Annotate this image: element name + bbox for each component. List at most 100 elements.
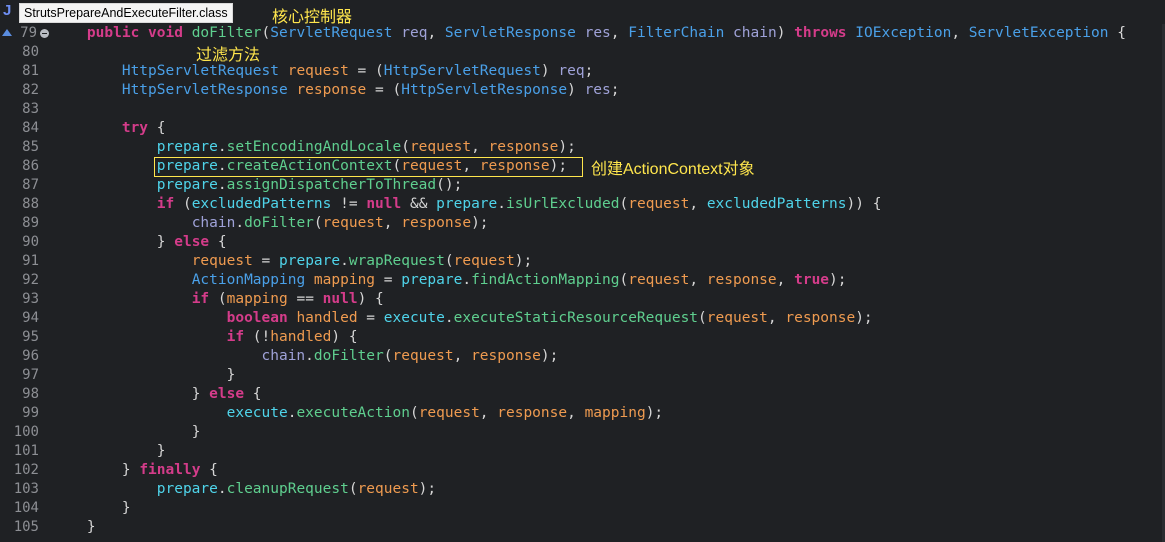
code-token: request xyxy=(628,272,690,288)
code-token: , xyxy=(453,348,472,364)
code-token: if xyxy=(191,291,210,307)
code-token: if xyxy=(156,196,175,212)
code-token: mapping xyxy=(313,272,376,288)
code-token: . xyxy=(444,310,454,326)
code-token: , xyxy=(767,310,786,326)
code-token: ( xyxy=(209,291,227,307)
line-number: 99 xyxy=(22,405,39,421)
code-token: ) xyxy=(567,82,585,98)
code-token: else xyxy=(209,386,245,402)
code-token: ); xyxy=(645,405,664,421)
line-number: 102 xyxy=(13,462,39,478)
code-token: . xyxy=(217,177,227,193)
line-number: 104 xyxy=(13,500,39,516)
code-line: } xyxy=(52,499,131,518)
code-token: response xyxy=(706,272,777,288)
code-editor[interactable]: J StrutsPrepareAndExecuteFilter.class 核心… xyxy=(0,0,1165,542)
line-number: 101 xyxy=(13,443,39,459)
line-number-gutter[interactable]: 79 80 81 82 83 84 85 86 87 88 89 90 91 92 93 94 95 96 97 98… xyxy=(0,24,50,542)
line-number: 105 xyxy=(13,519,39,535)
editor-tab-filename[interactable]: StrutsPrepareAndExecuteFilter.class xyxy=(19,3,233,23)
code-token: = xyxy=(252,253,279,269)
code-token: ; xyxy=(610,82,620,98)
line-number: 83 xyxy=(22,101,39,117)
code-token: res xyxy=(584,82,611,98)
code-token: . xyxy=(217,481,227,497)
code-token: mapping xyxy=(584,405,646,421)
code-token: doFilter xyxy=(244,215,314,231)
code-token: executeAction xyxy=(296,405,410,421)
line-number: 92 xyxy=(22,272,39,288)
fold-collapse-icon[interactable] xyxy=(40,29,49,38)
line-number: 93 xyxy=(22,291,39,307)
code-token: response xyxy=(296,82,367,98)
code-line: } xyxy=(52,518,96,537)
code-token: ActionMapping xyxy=(191,272,306,288)
code-line: } else { xyxy=(52,385,262,404)
code-line: } xyxy=(52,423,201,442)
code-token: = ( xyxy=(348,63,384,79)
code-token: . xyxy=(340,253,349,269)
code-token: request xyxy=(287,63,349,79)
line-number: 91 xyxy=(22,253,39,269)
line-number: 94 xyxy=(22,310,39,326)
code-line: request = prepare.wrapRequest(request); xyxy=(52,252,533,271)
code-token: ); xyxy=(418,481,437,497)
code-token: execute xyxy=(383,310,445,326)
code-token: ); xyxy=(855,310,873,326)
code-token: ( xyxy=(619,196,629,212)
code-line: execute.executeAction(request, response,… xyxy=(52,404,664,423)
code-line: try { xyxy=(52,119,166,138)
line-number: 85 xyxy=(22,139,39,155)
line-number: 103 xyxy=(13,481,39,497)
code-token: try xyxy=(121,120,149,136)
code-token: setEncodingAndLocale xyxy=(226,139,402,155)
code-line: prepare.assignDispatcherToThread(); xyxy=(52,176,463,195)
code-token: = ( xyxy=(366,82,402,98)
code-line: ActionMapping mapping = prepare.findActi… xyxy=(52,271,847,290)
code-token: wrapRequest xyxy=(348,253,445,269)
code-line: HttpServletResponse response = (HttpServ… xyxy=(52,81,620,100)
code-token: ServletException xyxy=(968,25,1109,41)
code-token: . xyxy=(462,272,472,288)
code-token: execute xyxy=(226,405,288,421)
code-token: && xyxy=(401,196,437,212)
code-area[interactable]: public void doFilter(ServletRequest req,… xyxy=(52,24,1165,542)
code-token: } xyxy=(226,367,236,383)
override-marker-icon[interactable] xyxy=(2,29,12,36)
code-token: ServletRequest xyxy=(270,25,393,41)
code-line: chain.doFilter(request, response); xyxy=(52,347,559,366)
line-number: 90 xyxy=(22,234,39,250)
code-token: chain xyxy=(261,348,306,364)
code-token: ) { xyxy=(331,329,358,345)
code-token: isUrlExcluded xyxy=(506,196,620,212)
code-token: request xyxy=(409,139,472,155)
code-token: . xyxy=(497,196,506,212)
line-number: 95 xyxy=(22,329,39,345)
code-line: prepare.setEncodingAndLocale(request, re… xyxy=(52,138,576,157)
code-token: request xyxy=(322,215,384,231)
code-token: mapping xyxy=(226,291,288,307)
code-token: request xyxy=(628,196,690,212)
code-token: HttpServletResponse xyxy=(121,82,288,98)
line-number: 98 xyxy=(22,386,39,402)
code-token: req xyxy=(558,63,585,79)
code-token: ( xyxy=(409,405,419,421)
code-token: ) xyxy=(540,63,559,79)
code-token: boolean xyxy=(226,310,288,326)
annotation-filter-method: 过滤方法 xyxy=(196,47,261,64)
code-token: ; xyxy=(584,63,594,79)
code-token: ) { xyxy=(357,291,384,307)
code-token: response xyxy=(785,310,856,326)
